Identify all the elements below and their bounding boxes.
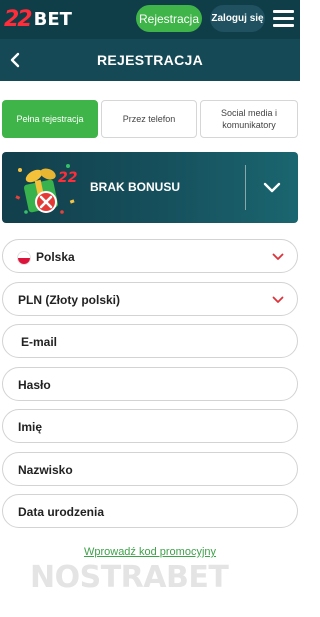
email-field[interactable]: E-mail <box>2 324 298 358</box>
menu-icon[interactable] <box>273 10 294 27</box>
watermark-text: NOSTRABET <box>30 560 229 595</box>
tab-full-registration[interactable]: Pełna rejestracja <box>2 100 98 138</box>
last-name-field[interactable]: Nazwisko <box>2 452 298 486</box>
last-name-placeholder: Nazwisko <box>18 463 73 477</box>
promo-code-link[interactable]: Wprowadź kod promocyjny <box>0 546 300 558</box>
bonus-gift-icon: 22 <box>15 164 77 214</box>
password-field[interactable]: Hasło <box>2 367 298 401</box>
logo-text: BET <box>33 8 72 30</box>
bonus-label: BRAK BONUSU <box>90 180 180 194</box>
watermark: NOSTRABET <box>30 560 270 596</box>
country-value: Polska <box>36 250 75 264</box>
currency-select[interactable]: PLN (Złoty polski) <box>2 282 298 316</box>
svg-text:22: 22 <box>58 170 77 186</box>
registration-tabs: Pełna rejestracja Przez telefon Social m… <box>2 100 298 138</box>
poland-flag-icon <box>17 251 31 265</box>
title-bar: REJESTRACJA <box>0 39 300 81</box>
tab-phone[interactable]: Przez telefon <box>101 100 197 138</box>
register-button[interactable]: Rejestracja <box>136 5 202 32</box>
page-title: REJESTRACJA <box>97 52 203 68</box>
password-placeholder: Hasło <box>18 378 51 392</box>
top-bar: 22 BET Rejestracja Zaloguj się <box>0 0 300 39</box>
chevron-down-icon <box>272 253 284 260</box>
chevron-down-icon <box>272 296 284 303</box>
country-select[interactable]: Polska <box>2 239 298 273</box>
brand-logo[interactable]: 22 BET <box>4 6 72 32</box>
bonus-divider <box>245 165 246 210</box>
logo-number: 22 <box>4 6 33 32</box>
birth-date-placeholder: Data urodzenia <box>18 505 105 519</box>
login-button[interactable]: Zaloguj się <box>210 5 265 32</box>
birth-date-field[interactable]: Data urodzenia <box>2 494 298 528</box>
bonus-selector[interactable]: 22 BRAK BONUSU <box>2 152 298 223</box>
currency-value: PLN (Złoty polski) <box>18 293 120 307</box>
email-placeholder: E-mail <box>21 335 58 349</box>
first-name-field[interactable]: Imię <box>2 409 298 443</box>
tab-social-media[interactable]: Social media i komunikatory <box>200 100 298 138</box>
chevron-down-icon[interactable] <box>261 179 283 195</box>
first-name-placeholder: Imię <box>18 420 43 434</box>
